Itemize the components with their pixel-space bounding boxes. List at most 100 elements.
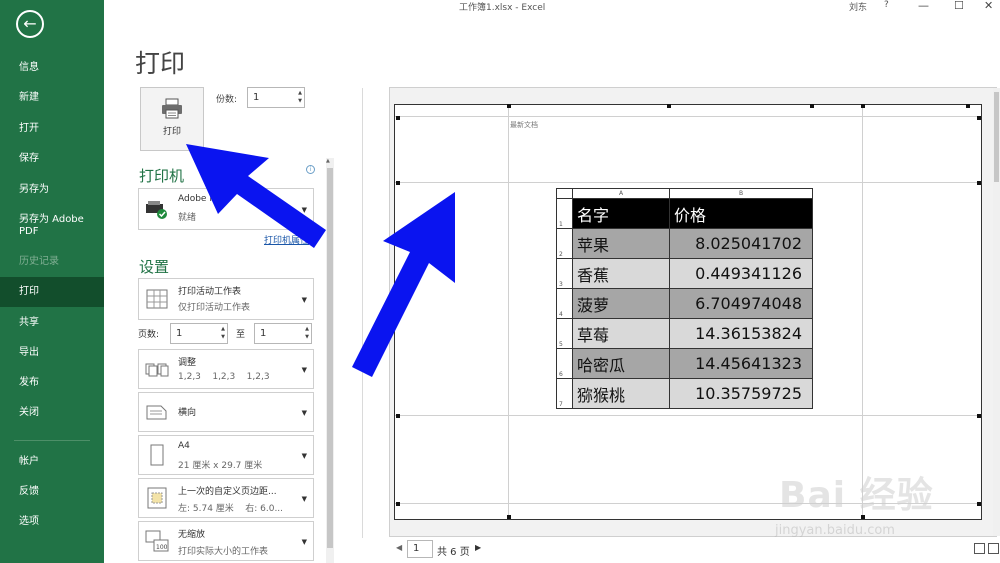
- scaling-dropdown[interactable]: 100 无缩放 打印实际大小的工作表 ▼: [138, 521, 314, 561]
- margin-handle[interactable]: [396, 181, 400, 185]
- nav-item-save-as[interactable]: 另存为: [0, 184, 104, 196]
- copies-stepper[interactable]: 1 ▲ ▼: [247, 87, 305, 108]
- nav-item-history: 历史记录: [19, 256, 59, 267]
- nav-item-close[interactable]: 关闭: [0, 407, 104, 419]
- help-icon[interactable]: ?: [884, 0, 889, 10]
- margin-handle[interactable]: [977, 181, 981, 185]
- row-number: 2: [556, 228, 573, 259]
- window-title: 工作簿1.xlsx - Excel: [459, 3, 546, 13]
- scrollbar-thumb[interactable]: [327, 168, 333, 548]
- settings-heading: 设置: [139, 258, 170, 276]
- nav-item-feedback[interactable]: 反馈: [0, 486, 104, 498]
- table-row: 1 名字 价格: [556, 198, 813, 229]
- printer-properties-link[interactable]: 打印机属性: [264, 233, 309, 246]
- nav-item-open[interactable]: 打开: [0, 123, 104, 135]
- scroll-up-icon[interactable]: ▲: [326, 158, 330, 164]
- paper-size-title: A4: [178, 441, 190, 451]
- pages-to-value: 1: [260, 328, 267, 339]
- page-number-input[interactable]: 1: [407, 540, 433, 558]
- margin-guide: [395, 116, 981, 117]
- margin-guide: [508, 105, 509, 519]
- orientation-dropdown[interactable]: 横向 ▼: [138, 392, 314, 432]
- printer-dropdown[interactable]: Adobe PDF 就绪 ▼: [138, 188, 314, 230]
- margin-handle[interactable]: [507, 104, 511, 108]
- price-cell: 14.45641323: [669, 348, 813, 379]
- restore-icon[interactable]: ☐: [954, 0, 964, 12]
- price-cell: 0.449341126: [669, 258, 813, 289]
- nav-item-new[interactable]: 新建: [0, 92, 104, 104]
- back-arrow-icon[interactable]: ←: [16, 10, 44, 38]
- nav-item-publish[interactable]: 发布: [0, 377, 104, 389]
- landscape-icon: [146, 405, 167, 420]
- preview-worksheet-table: A B 1 名字 价格 2 苹果 8.025041702 3 香蕉 0.4493…: [556, 188, 813, 409]
- printer-heading: 打印机: [139, 167, 185, 185]
- pages-label: 页数:: [138, 330, 160, 340]
- nav-item-options[interactable]: 选项: [0, 516, 104, 528]
- row-number: 6: [556, 348, 573, 379]
- margin-guide: [862, 105, 863, 519]
- margins-dropdown[interactable]: 上一次的自定义页边距... 左: 5.74 厘米 右: 6.0... ▼: [138, 478, 314, 518]
- nav-item-share[interactable]: 共享: [0, 317, 104, 329]
- backstage-nav: ← 信息 新建 打开 保存 另存为 另存为 Adobe PDF 历史记录 打印 …: [0, 0, 104, 563]
- paper-icon: [150, 444, 164, 466]
- margin-handle[interactable]: [667, 104, 671, 108]
- stepper-arrows-icon[interactable]: ▲ ▼: [298, 89, 302, 105]
- margins-icon: [147, 487, 167, 509]
- name-cell: 猕猴桃: [572, 378, 670, 409]
- info-icon[interactable]: i: [306, 165, 315, 174]
- price-cell: 6.704974048: [669, 288, 813, 319]
- price-cell: 8.025041702: [669, 228, 813, 259]
- name-cell: 苹果: [572, 228, 670, 259]
- user-name[interactable]: 刘东: [849, 0, 867, 13]
- collate-title: 调整: [178, 358, 197, 368]
- previous-page-icon[interactable]: ◀: [396, 543, 402, 552]
- print-button-label: 打印: [162, 127, 181, 137]
- print-button[interactable]: 打印: [140, 87, 204, 151]
- margin-handle[interactable]: [396, 116, 400, 120]
- margin-handle[interactable]: [396, 502, 400, 506]
- baidu-watermark: Bai 经验 jingyan.baidu.com: [765, 460, 995, 550]
- margin-handle[interactable]: [507, 515, 511, 519]
- name-cell: 草莓: [572, 318, 670, 349]
- paper-size-desc: 21 厘米 x 29.7 厘米: [178, 461, 263, 471]
- price-cell: 14.36153824: [669, 318, 813, 349]
- margin-handle[interactable]: [977, 116, 981, 120]
- paper-size-dropdown[interactable]: A4 21 厘米 x 29.7 厘米 ▼: [138, 435, 314, 475]
- nav-item-account[interactable]: 帐户: [0, 456, 104, 468]
- nav-item-save[interactable]: 保存: [0, 153, 104, 165]
- row-number: 3: [556, 258, 573, 289]
- to-label: 至: [236, 330, 246, 340]
- settings-scrollbar[interactable]: ▲: [326, 158, 334, 563]
- page-total: 共 6 页: [437, 547, 470, 558]
- worksheet-icon: [146, 289, 168, 309]
- nav-item-export[interactable]: 导出: [0, 347, 104, 359]
- page-title: 打印: [135, 49, 186, 78]
- table-row: 5 草莓 14.36153824: [556, 318, 813, 349]
- row-number: 1: [556, 198, 573, 229]
- column-header-b: B: [669, 188, 813, 199]
- margin-handle[interactable]: [396, 414, 400, 418]
- margin-handle[interactable]: [861, 104, 865, 108]
- margin-handle[interactable]: [810, 104, 814, 108]
- collate-dropdown[interactable]: 调整 1,2,3 1,2,3 1,2,3 ▼: [138, 349, 314, 389]
- stepper-arrows-icon[interactable]: ▲ ▼: [305, 325, 309, 341]
- close-icon[interactable]: ✕: [984, 0, 993, 12]
- pages-from-stepper[interactable]: 1 ▲ ▼: [170, 323, 228, 344]
- nav-divider: [14, 440, 90, 441]
- print-scope-desc: 仅打印活动工作表: [178, 303, 251, 313]
- pages-to-stepper[interactable]: 1 ▲ ▼: [254, 323, 312, 344]
- next-page-icon[interactable]: ▶: [475, 543, 481, 552]
- nav-item-info[interactable]: 信息: [0, 62, 104, 74]
- scaling-desc: 打印实际大小的工作表: [178, 547, 269, 557]
- print-scope-dropdown[interactable]: 打印活动工作表 仅打印活动工作表 ▼: [138, 278, 314, 320]
- stepper-arrows-icon[interactable]: ▲ ▼: [221, 325, 225, 341]
- margin-handle[interactable]: [966, 104, 970, 108]
- nav-item-save-as-pdf[interactable]: 另存为 Adobe PDF: [0, 214, 90, 238]
- minimize-icon[interactable]: —: [918, 0, 929, 12]
- nav-item-print[interactable]: 打印: [0, 277, 104, 307]
- table-row: 6 哈密瓜 14.45641323: [556, 348, 813, 379]
- scrollbar-thumb[interactable]: [994, 92, 999, 182]
- scaling-title: 无缩放: [178, 530, 206, 540]
- printer-status: 就绪: [178, 213, 197, 223]
- margin-handle[interactable]: [977, 414, 981, 418]
